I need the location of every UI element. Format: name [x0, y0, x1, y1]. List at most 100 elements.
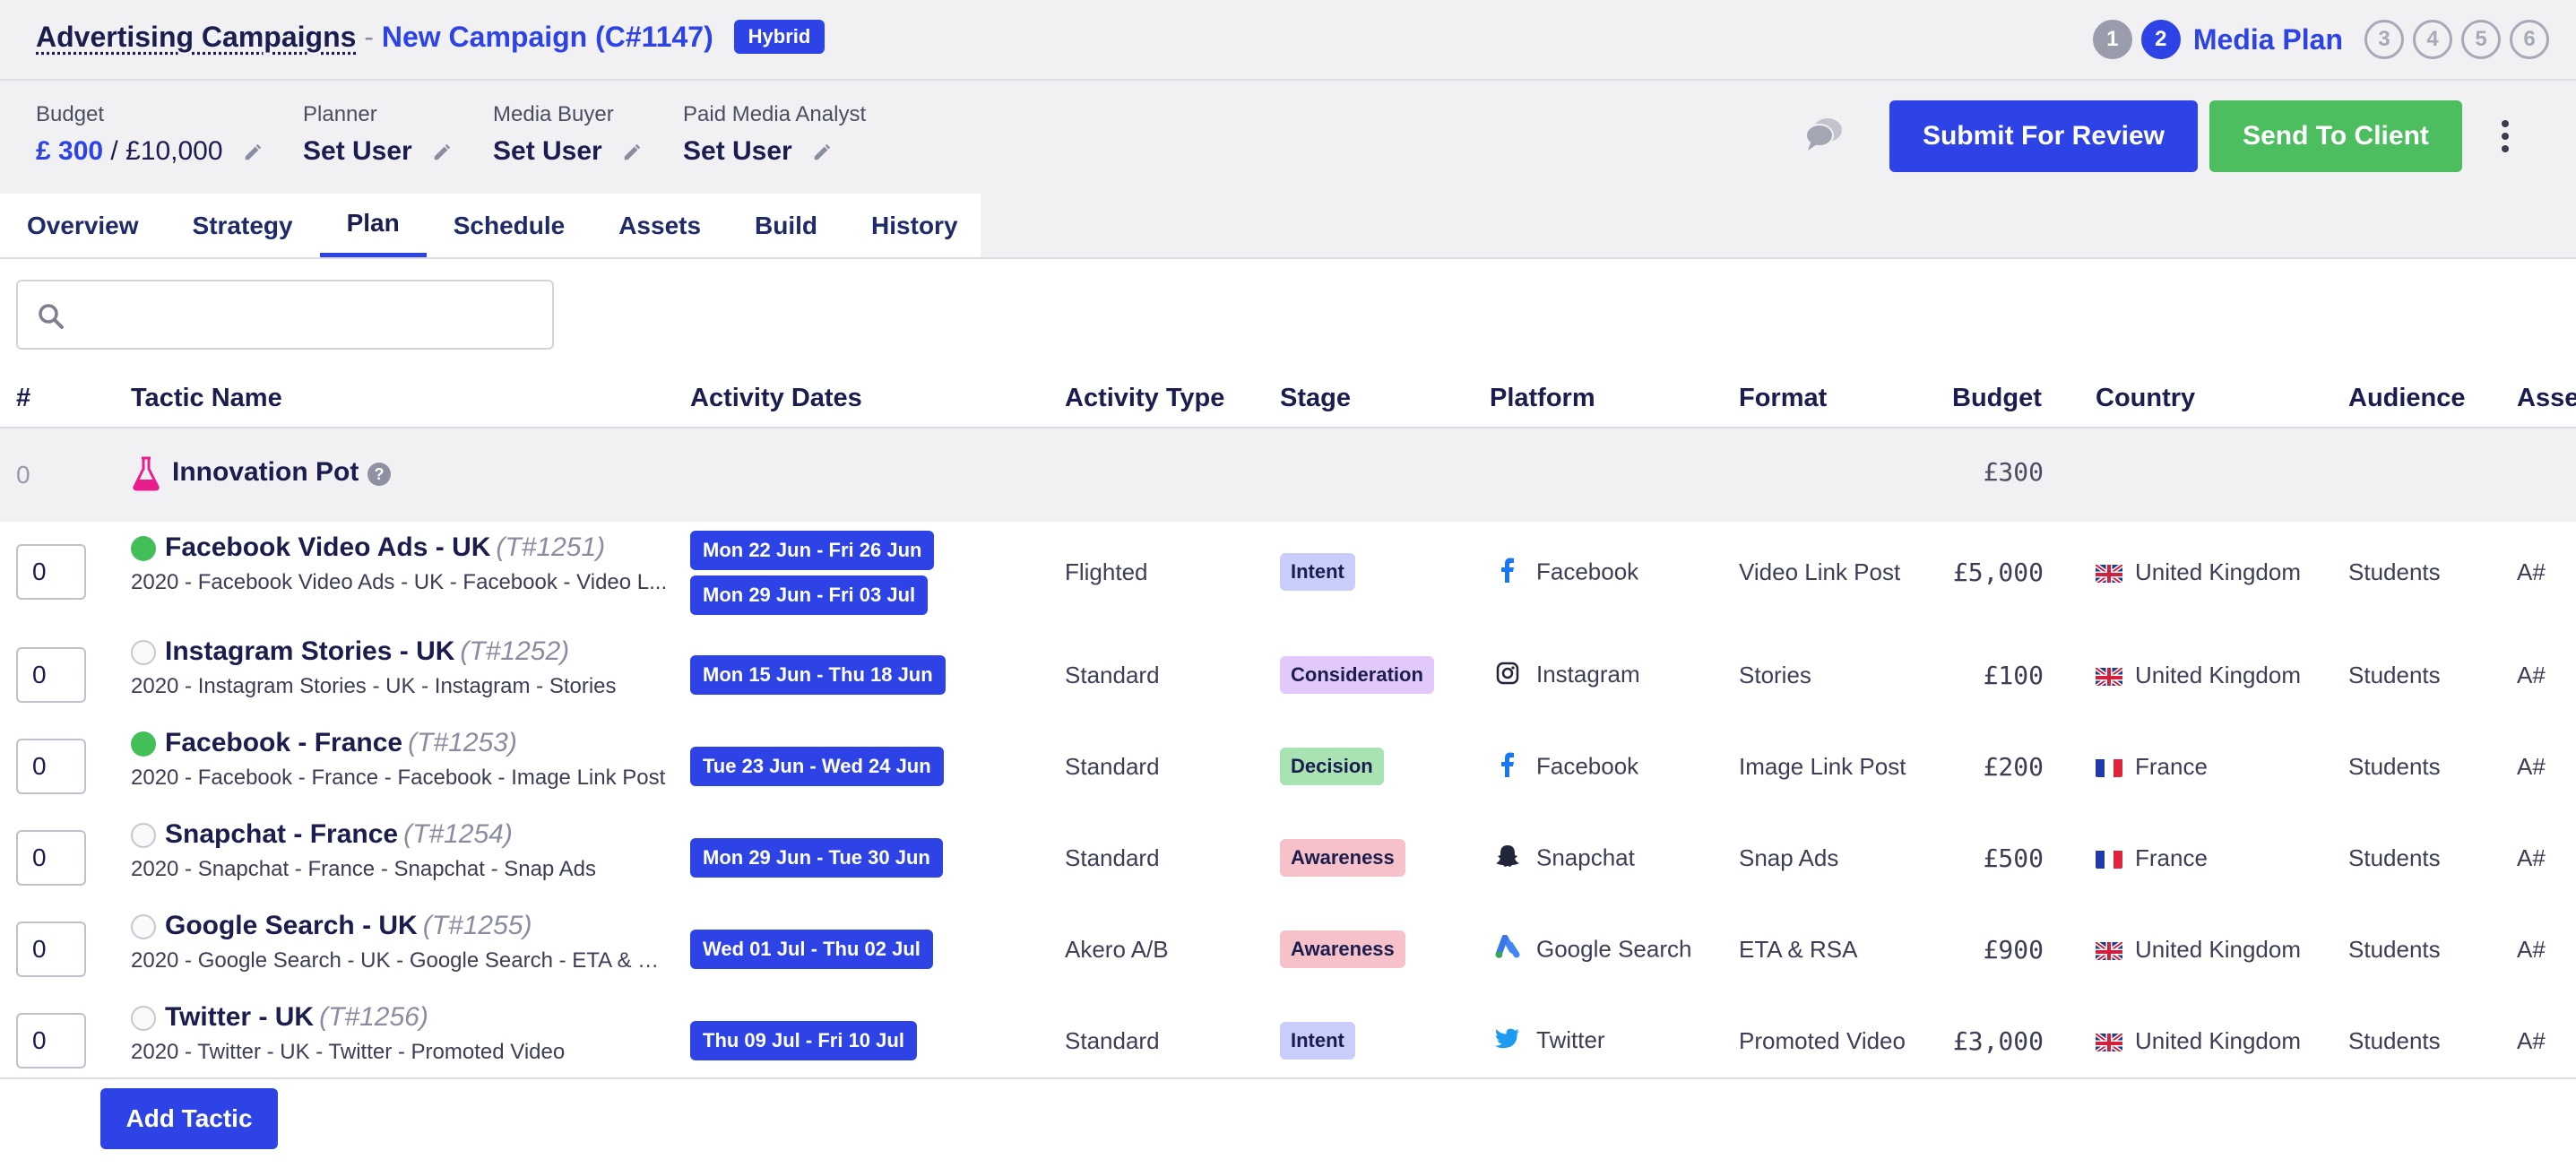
breadcrumb-root-link[interactable]: Advertising Campaigns: [36, 21, 356, 53]
table-row[interactable]: Snapchat - France(T#1254) 2020 - Snapcha…: [0, 812, 2576, 904]
edit-media-buyer-pencil-icon[interactable]: [622, 143, 642, 162]
table-row[interactable]: Google Search - UK(T#1255) 2020 - Google…: [0, 904, 2576, 995]
audience-value: Students: [2348, 844, 2441, 871]
uk-flag-icon: [2096, 563, 2122, 583]
activity-date-pill[interactable]: Mon 29 Jun - Tue 30 Jun: [690, 838, 943, 878]
search-input[interactable]: [16, 280, 554, 350]
tab-assets[interactable]: Assets: [592, 194, 728, 258]
platform-name: Snapchat: [1536, 844, 1635, 871]
tactic-name-link[interactable]: Facebook Video Ads - UK (T#1251): [165, 532, 605, 563]
status-indicator[interactable]: [131, 731, 156, 757]
edit-planner-pencil-icon[interactable]: [432, 143, 452, 162]
column-header-format[interactable]: Format: [1739, 384, 1827, 413]
table-row[interactable]: Facebook - France(T#1253) 2020 - Faceboo…: [0, 721, 2576, 812]
stage-badge: Intent: [1280, 553, 1355, 591]
instagram-icon: [1495, 662, 1520, 691]
tactic-name-link[interactable]: Facebook - France (T#1253): [165, 728, 517, 758]
help-icon[interactable]: ?: [367, 463, 391, 486]
step-5[interactable]: 5: [2461, 20, 2501, 59]
tactic-subtitle: 2020 - Google Search - UK - Google Searc…: [131, 948, 669, 973]
activity-date-pill[interactable]: Mon 22 Jun - Fri 26 Jun: [690, 531, 935, 570]
tactic-name-link[interactable]: Snapchat - France (T#1254): [165, 819, 513, 850]
activity-date-pill[interactable]: Mon 29 Jun - Fri 03 Jul: [690, 575, 929, 615]
column-header-platform[interactable]: Platform: [1490, 384, 1595, 413]
column-header-activity-type[interactable]: Activity Type: [1065, 384, 1224, 413]
activity-dates: Mon 15 Jun - Thu 18 Jun: [690, 655, 946, 695]
edit-budget-pencil-icon[interactable]: [243, 143, 263, 162]
country-name: United Kingdom: [2135, 558, 2301, 585]
group-name: Innovation Pot: [172, 457, 359, 487]
quantity-input[interactable]: [16, 647, 86, 703]
add-tactic-button[interactable]: Add Tactic: [100, 1088, 278, 1149]
column-header-asset[interactable]: Asse: [2517, 384, 2576, 413]
activity-date-pill[interactable]: Mon 15 Jun - Thu 18 Jun: [690, 655, 946, 695]
tab-schedule[interactable]: Schedule: [427, 194, 592, 258]
platform-name: Facebook: [1536, 752, 1639, 780]
table-row[interactable]: Facebook Video Ads - UK(T#1251) 2020 - F…: [0, 522, 2576, 629]
facebook-icon: [1495, 752, 1520, 783]
tab-build[interactable]: Build: [728, 194, 844, 258]
activity-date-pill[interactable]: Wed 01 Jul - Thu 02 Jul: [690, 930, 933, 969]
tab-plan[interactable]: Plan: [319, 194, 427, 258]
breadcrumb-separator: -: [356, 21, 382, 53]
status-indicator[interactable]: [131, 823, 156, 848]
activity-date-pill[interactable]: Thu 09 Jul - Fri 10 Jul: [690, 1021, 917, 1060]
status-indicator[interactable]: [131, 1006, 156, 1031]
tactic-name-link[interactable]: Instagram Stories - UK (T#1252): [165, 636, 569, 667]
tabs-divider: [0, 257, 2576, 259]
activity-dates: Thu 09 Jul - Fri 10 Jul: [690, 1021, 917, 1060]
column-header-activity-dates[interactable]: Activity Dates: [690, 384, 862, 413]
quantity-input[interactable]: [16, 830, 86, 886]
tactic-subtitle: 2020 - Twitter - UK - Twitter - Promoted…: [131, 1040, 566, 1064]
twitter-icon: [1495, 1028, 1520, 1056]
table-footer-divider: [0, 1077, 2576, 1079]
tactic-subtitle: 2020 - Snapchat - France - Snapchat - Sn…: [131, 857, 596, 881]
flask-icon: [133, 456, 160, 491]
quantity-input[interactable]: [16, 544, 86, 600]
tab-history[interactable]: History: [844, 194, 984, 258]
submit-for-review-button[interactable]: Submit For Review: [1889, 100, 2198, 172]
column-header-audience[interactable]: Audience: [2348, 384, 2466, 413]
column-header-stage[interactable]: Stage: [1280, 384, 1351, 413]
analyst-label: Paid Media Analyst: [683, 102, 867, 126]
tactic-id: (T#1252): [460, 636, 570, 666]
column-header-number[interactable]: #: [16, 384, 30, 413]
comments-icon[interactable]: [1803, 113, 1845, 154]
tactic-name-link[interactable]: Google Search - UK (T#1255): [165, 911, 532, 941]
tactic-group-row[interactable]: 0 Innovation Pot ? £300: [0, 428, 2576, 522]
more-options-icon[interactable]: [2492, 117, 2519, 158]
step-1[interactable]: 1: [2092, 20, 2132, 59]
table-row[interactable]: Twitter - UK(T#1256) 2020 - Twitter - UK…: [0, 995, 2576, 1086]
step-4[interactable]: 4: [2413, 20, 2452, 59]
step-2[interactable]: 2: [2140, 20, 2181, 59]
column-header-budget[interactable]: Budget: [1952, 384, 2042, 413]
budget-field: Budget £ 300 / £10,000: [36, 102, 263, 167]
status-indicator[interactable]: [131, 536, 156, 561]
quantity-input[interactable]: [16, 921, 86, 977]
tactic-name-link[interactable]: Twitter - UK (T#1256): [165, 1002, 428, 1033]
activity-date-pill[interactable]: Tue 23 Jun - Wed 24 Jun: [690, 747, 944, 786]
budget-total: / £10,000: [103, 136, 223, 166]
column-header-country[interactable]: Country: [2096, 384, 2195, 413]
table-row[interactable]: Instagram Stories - UK(T#1252) 2020 - In…: [0, 629, 2576, 721]
quantity-input[interactable]: [16, 1013, 86, 1069]
tab-overview[interactable]: Overview: [0, 194, 166, 258]
audience-value: Students: [2348, 558, 2441, 585]
send-to-client-button[interactable]: Send To Client: [2209, 100, 2462, 172]
status-indicator[interactable]: [131, 640, 156, 665]
column-header-tactic-name[interactable]: Tactic Name: [131, 384, 282, 413]
stage-badge: Awareness: [1280, 930, 1405, 968]
step-3[interactable]: 3: [2364, 20, 2404, 59]
quantity-input[interactable]: [16, 739, 86, 794]
current-step-label: Media Plan: [2192, 22, 2343, 56]
media-buyer-field: Media Buyer Set User: [493, 102, 642, 167]
tab-strategy[interactable]: Strategy: [166, 194, 320, 258]
audience-value: Students: [2348, 753, 2441, 780]
tactic-name: Google Search - UK: [165, 911, 418, 940]
edit-analyst-pencil-icon[interactable]: [812, 143, 832, 162]
tactic-id: (T#1255): [422, 911, 532, 940]
audience-value: Students: [2348, 936, 2441, 963]
step-6[interactable]: 6: [2510, 20, 2549, 59]
status-indicator[interactable]: [131, 914, 156, 939]
tactic-name: Facebook - France: [165, 728, 403, 757]
